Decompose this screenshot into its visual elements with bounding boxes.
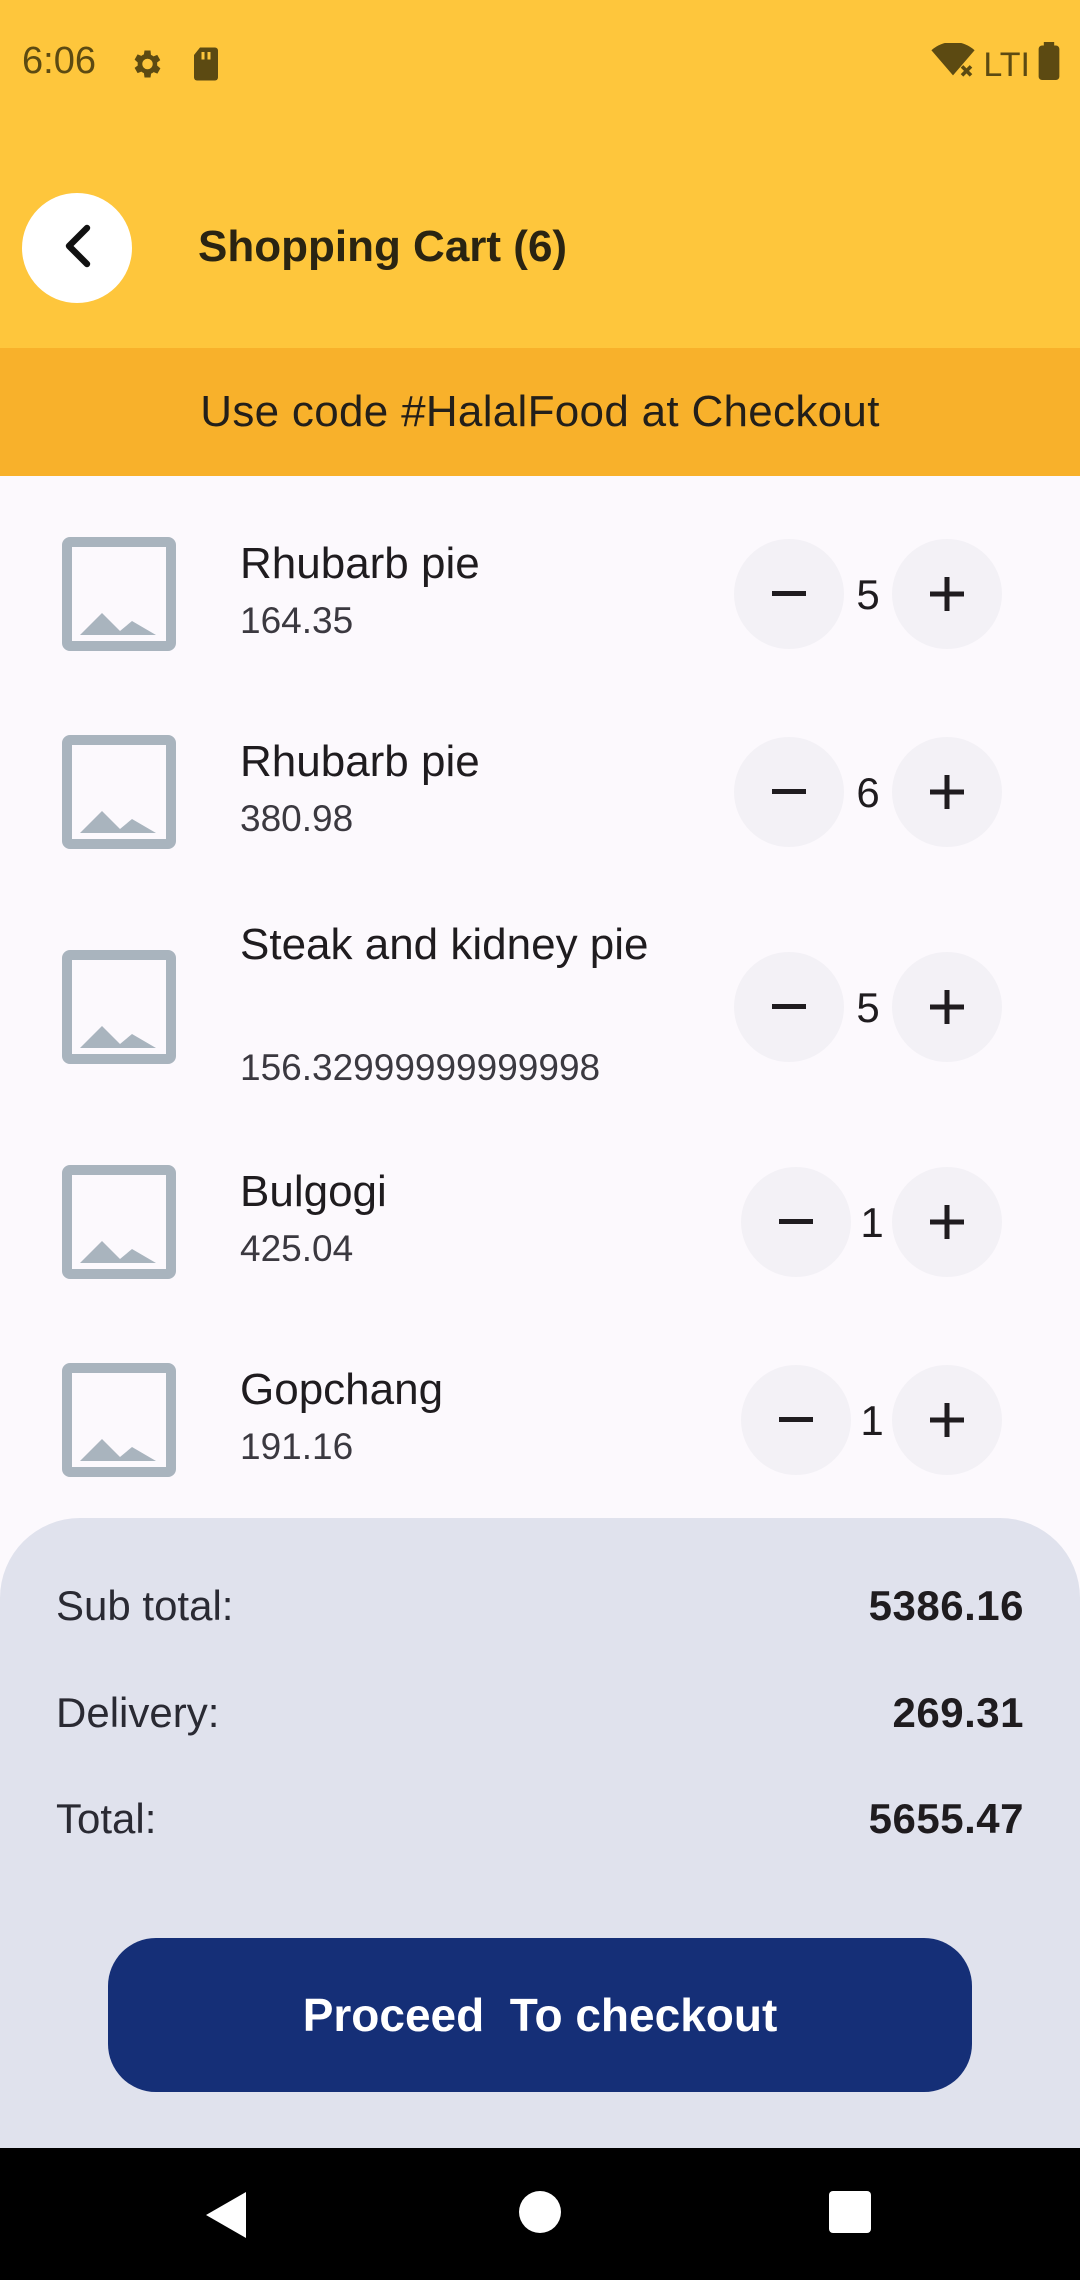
increase-quantity-button[interactable]: [892, 952, 1002, 1062]
cart-item: Gopchang 191.16 1: [0, 1302, 1080, 1500]
cart-item: Bulgogi 425.04 1: [0, 1104, 1080, 1302]
image-placeholder-icon: [62, 537, 176, 651]
back-button[interactable]: [22, 193, 132, 303]
delivery-label: Delivery:: [56, 1689, 220, 1736]
wifi-icon: [931, 41, 975, 88]
subtotal-label: Sub total:: [56, 1582, 234, 1629]
item-quantity: 6: [856, 769, 880, 816]
status-bar: 6:06 LTI: [0, 0, 1080, 130]
minus-icon: [779, 1417, 813, 1422]
item-price: 156.32999999999998: [240, 1047, 601, 1088]
decrease-quantity-button[interactable]: [741, 1167, 851, 1277]
checkout-label: Proceed To checkout: [302, 1989, 778, 2041]
image-placeholder-icon: [62, 950, 176, 1064]
total-value: 5655.47: [868, 1795, 1024, 1842]
system-nav-bar: [0, 2148, 1080, 2280]
gear-icon: [128, 46, 164, 87]
order-summary: Sub total: 5386.16 Delivery: 269.31 Tota…: [0, 1518, 1080, 2148]
item-price: 380.98: [240, 798, 354, 839]
page-title: Shopping Cart (6): [198, 222, 568, 271]
subtotal-value: 5386.16: [868, 1582, 1024, 1629]
increase-quantity-button[interactable]: [892, 1365, 1002, 1475]
item-price: 164.35: [240, 600, 354, 641]
nav-recents-icon[interactable]: [828, 2190, 872, 2239]
plus-icon: [930, 1205, 964, 1239]
battery-icon: [1038, 42, 1060, 89]
promo-text: Use code #HalalFood at Checkout: [200, 387, 880, 436]
total-row: Total: 5655.47: [56, 1795, 1024, 1843]
nav-back-icon[interactable]: [202, 2190, 248, 2245]
minus-icon: [779, 1219, 813, 1224]
status-right: LTI: [931, 41, 1060, 89]
network-label: LTI: [983, 46, 1030, 84]
status-time: 6:06: [22, 40, 96, 82]
minus-icon: [772, 1004, 806, 1009]
promo-banner: Use code #HalalFood at Checkout: [0, 348, 1080, 476]
delivery-value: 269.31: [892, 1689, 1024, 1736]
increase-quantity-button[interactable]: [892, 737, 1002, 847]
minus-icon: [772, 789, 806, 794]
plus-icon: [930, 990, 964, 1024]
back-arrow-icon: [57, 222, 97, 275]
increase-quantity-button[interactable]: [892, 1167, 1002, 1277]
cart-item: Steak and kidney pie 156.32999999999998 …: [0, 872, 1080, 1104]
decrease-quantity-button[interactable]: [734, 952, 844, 1062]
item-name: Rhubarb pie: [240, 539, 480, 588]
item-name: Bulgogi: [240, 1167, 387, 1216]
decrease-quantity-button[interactable]: [741, 1365, 851, 1475]
cart-item: Rhubarb pie 164.35 5: [0, 476, 1080, 674]
delivery-row: Delivery: 269.31: [56, 1689, 1024, 1737]
image-placeholder-icon: [62, 1363, 176, 1477]
item-name: Gopchang: [240, 1365, 444, 1414]
plus-icon: [930, 577, 964, 611]
sd-card-icon: [190, 46, 222, 87]
plus-icon: [930, 1403, 964, 1437]
image-placeholder-icon: [62, 735, 176, 849]
cart-item: Rhubarb pie 380.98 6: [0, 674, 1080, 872]
item-price: 425.04: [240, 1228, 354, 1269]
header: 6:06 LTI Shopping Cart (6): [0, 0, 1080, 348]
subtotal-row: Sub total: 5386.16: [56, 1582, 1024, 1630]
checkout-button[interactable]: Proceed To checkout: [108, 1938, 972, 2092]
total-label: Total:: [56, 1795, 157, 1842]
nav-home-icon[interactable]: [518, 2190, 562, 2239]
decrease-quantity-button[interactable]: [734, 737, 844, 847]
item-price: 191.16: [240, 1426, 354, 1467]
item-quantity: 1: [860, 1199, 884, 1246]
plus-icon: [930, 775, 964, 809]
image-placeholder-icon: [62, 1165, 176, 1279]
item-quantity: 1: [860, 1397, 884, 1444]
minus-icon: [772, 591, 806, 596]
item-name: Rhubarb pie: [240, 737, 480, 786]
item-quantity: 5: [856, 571, 880, 618]
decrease-quantity-button[interactable]: [734, 539, 844, 649]
increase-quantity-button[interactable]: [892, 539, 1002, 649]
item-name: Steak and kidney pie: [240, 920, 649, 969]
item-quantity: 5: [856, 984, 880, 1031]
